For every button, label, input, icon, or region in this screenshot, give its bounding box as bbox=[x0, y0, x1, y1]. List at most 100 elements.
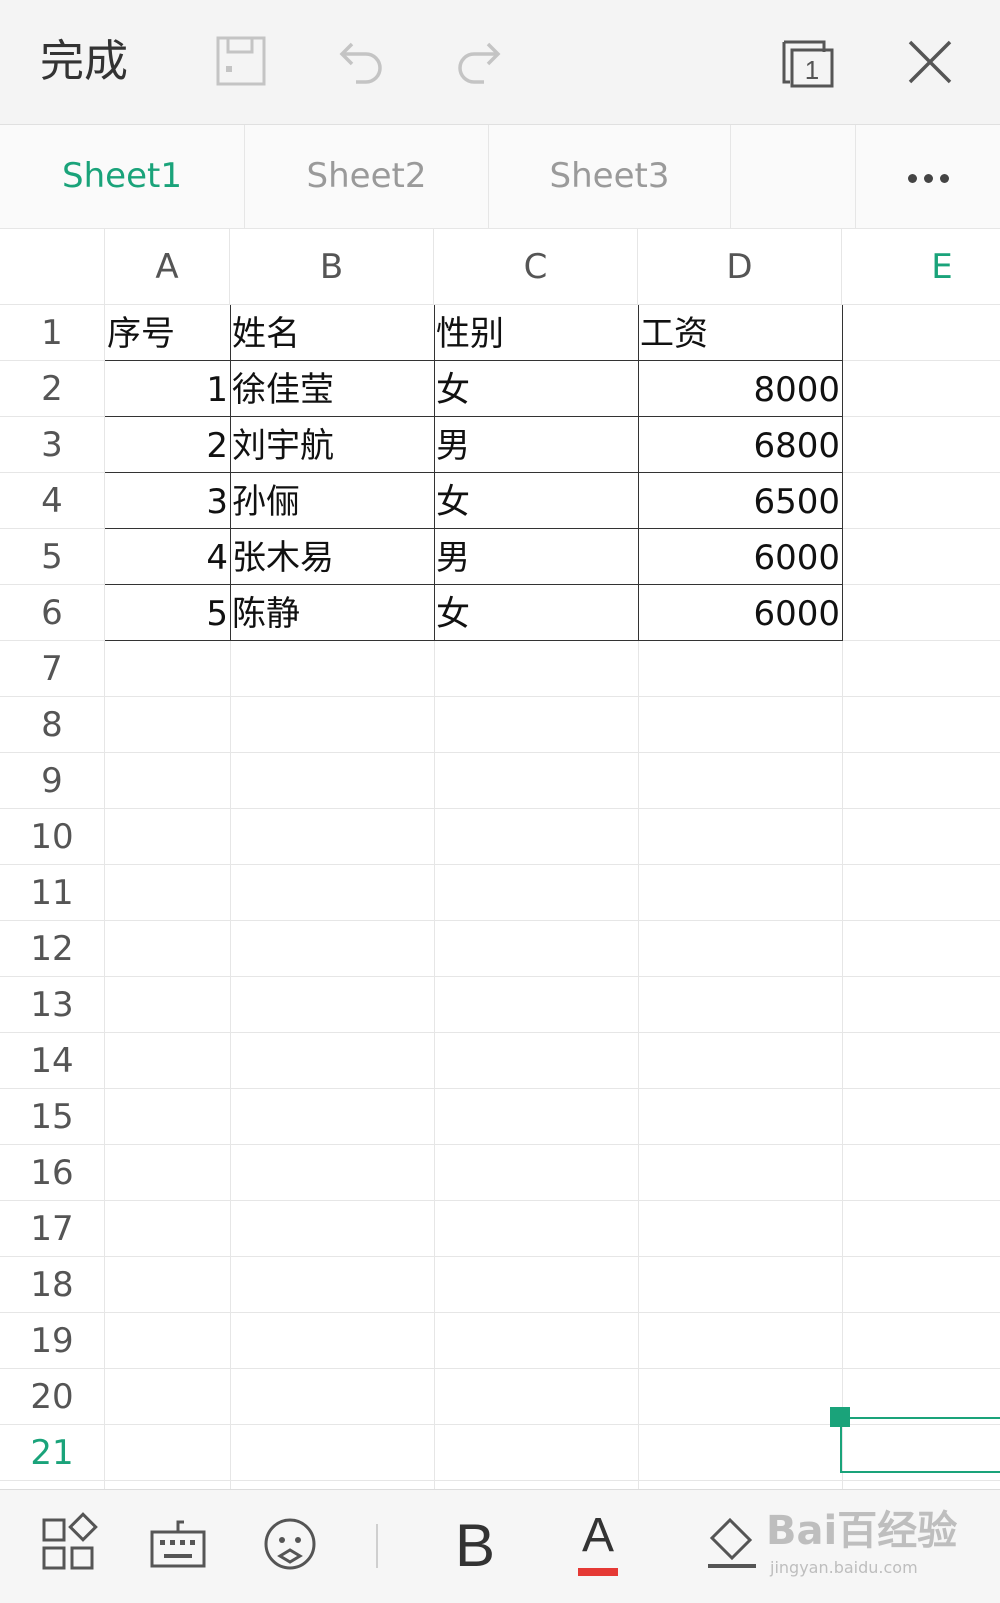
column-header-a[interactable]: A bbox=[105, 229, 230, 305]
font-color-bar bbox=[578, 1568, 618, 1576]
row-header[interactable]: 6 bbox=[0, 585, 105, 641]
cell-c1[interactable]: 性别 bbox=[434, 305, 638, 361]
cell-a2[interactable]: 1 bbox=[105, 361, 230, 417]
cell-d3[interactable]: 6800 bbox=[638, 417, 842, 473]
table-border bbox=[105, 472, 843, 473]
cell-c3[interactable]: 男 bbox=[434, 417, 638, 473]
row-header[interactable]: 2 bbox=[0, 361, 105, 417]
table-border bbox=[105, 640, 843, 641]
cell-d6[interactable]: 6000 bbox=[638, 585, 842, 641]
top-toolbar: 完成 1 bbox=[0, 0, 1000, 125]
table-border bbox=[105, 360, 843, 361]
more-horizontal-icon[interactable] bbox=[856, 125, 1000, 228]
sheet-tab-bar: Sheet1 Sheet2 Sheet3 bbox=[0, 125, 1000, 229]
toolbar-divider bbox=[376, 1524, 378, 1568]
redo-icon[interactable] bbox=[450, 32, 510, 92]
cell-c2[interactable]: 女 bbox=[434, 361, 638, 417]
column-header-d[interactable]: D bbox=[638, 229, 842, 305]
cell-b6[interactable]: 陈静 bbox=[230, 585, 434, 641]
grid-line bbox=[105, 1312, 1000, 1313]
cell-c6[interactable]: 女 bbox=[434, 585, 638, 641]
font-color-button[interactable]: A bbox=[570, 1506, 626, 1590]
row-header[interactable]: 11 bbox=[0, 865, 105, 921]
cell-d5[interactable]: 6000 bbox=[638, 529, 842, 585]
font-color-letter: A bbox=[581, 1509, 614, 1562]
cell-a4[interactable]: 3 bbox=[105, 473, 230, 529]
grid-line bbox=[105, 864, 1000, 865]
fill-color-icon[interactable] bbox=[700, 1512, 764, 1576]
table-border bbox=[230, 305, 231, 641]
row-header-selected[interactable]: 21 bbox=[0, 1425, 105, 1481]
keyboard-icon[interactable] bbox=[146, 1512, 210, 1576]
row-header[interactable]: 19 bbox=[0, 1313, 105, 1369]
cell-b4[interactable]: 孙俪 bbox=[230, 473, 434, 529]
cell-b3[interactable]: 刘宇航 bbox=[230, 417, 434, 473]
cell-c5[interactable]: 男 bbox=[434, 529, 638, 585]
column-header-c[interactable]: C bbox=[434, 229, 638, 305]
save-icon[interactable] bbox=[212, 32, 272, 92]
row-header[interactable]: 17 bbox=[0, 1201, 105, 1257]
emoji-icon[interactable] bbox=[258, 1512, 322, 1576]
cell-c4[interactable]: 女 bbox=[434, 473, 638, 529]
table-border bbox=[434, 305, 435, 641]
cell-d1[interactable]: 工资 bbox=[638, 305, 842, 361]
grid-line bbox=[105, 808, 1000, 809]
row-header[interactable]: 13 bbox=[0, 977, 105, 1033]
row-header[interactable]: 16 bbox=[0, 1145, 105, 1201]
cell-a5[interactable]: 4 bbox=[105, 529, 230, 585]
row-header[interactable]: 20 bbox=[0, 1369, 105, 1425]
grid-line bbox=[105, 920, 1000, 921]
grid-line bbox=[105, 1088, 1000, 1089]
undo-icon[interactable] bbox=[330, 32, 390, 92]
window-count: 1 bbox=[805, 55, 819, 85]
grid-line bbox=[105, 696, 1000, 697]
tab-empty-slot bbox=[731, 125, 856, 228]
grid-line bbox=[105, 1256, 1000, 1257]
grid-line bbox=[105, 1144, 1000, 1145]
grid-line bbox=[105, 1480, 1000, 1481]
cell-a3[interactable]: 2 bbox=[105, 417, 230, 473]
row-header[interactable]: 10 bbox=[0, 809, 105, 865]
row-header[interactable]: 14 bbox=[0, 1033, 105, 1089]
cell-b1[interactable]: 姓名 bbox=[230, 305, 434, 361]
table-border bbox=[105, 584, 843, 585]
row-header[interactable]: 7 bbox=[0, 641, 105, 697]
row-header[interactable]: 8 bbox=[0, 697, 105, 753]
row-header[interactable] bbox=[0, 1481, 105, 1489]
row-header[interactable]: 18 bbox=[0, 1257, 105, 1313]
row-header[interactable]: 12 bbox=[0, 921, 105, 977]
selection-drag-handle[interactable] bbox=[830, 1407, 850, 1427]
cell-a1[interactable]: 序号 bbox=[105, 305, 230, 361]
close-icon[interactable] bbox=[900, 32, 960, 92]
grid-line bbox=[105, 1368, 1000, 1369]
bold-button[interactable]: B bbox=[440, 1506, 510, 1586]
cell-d2[interactable]: 8000 bbox=[638, 361, 842, 417]
table-border bbox=[842, 305, 843, 641]
row-header[interactable]: 9 bbox=[0, 753, 105, 809]
table-border bbox=[105, 528, 843, 529]
row-header[interactable]: 4 bbox=[0, 473, 105, 529]
tab-sheet3[interactable]: Sheet3 bbox=[489, 125, 731, 228]
cell-b2[interactable]: 徐佳莹 bbox=[230, 361, 434, 417]
done-button[interactable]: 完成 bbox=[40, 30, 128, 94]
cell-a6[interactable]: 5 bbox=[105, 585, 230, 641]
grid-line bbox=[105, 752, 1000, 753]
tab-sheet1[interactable]: Sheet1 bbox=[0, 125, 245, 228]
window-switch-icon[interactable]: 1 bbox=[778, 32, 838, 92]
cell-d4[interactable]: 6500 bbox=[638, 473, 842, 529]
grid-line bbox=[105, 976, 1000, 977]
tools-grid-icon[interactable] bbox=[36, 1512, 100, 1576]
column-header-b[interactable]: B bbox=[230, 229, 434, 305]
selected-cell-e21[interactable] bbox=[840, 1417, 1000, 1473]
row-header[interactable]: 3 bbox=[0, 417, 105, 473]
grid-line bbox=[105, 1032, 1000, 1033]
column-header-e[interactable]: E bbox=[842, 229, 1000, 305]
tab-sheet2[interactable]: Sheet2 bbox=[245, 125, 489, 228]
row-header[interactable]: 15 bbox=[0, 1089, 105, 1145]
cell-b5[interactable]: 张木易 bbox=[230, 529, 434, 585]
spreadsheet-grid[interactable]: A B C D E 1 2 3 4 5 6 7 8 9 10 11 12 13 … bbox=[0, 229, 1000, 1489]
row-header[interactable]: 1 bbox=[0, 305, 105, 361]
row-header[interactable]: 5 bbox=[0, 529, 105, 585]
table-border bbox=[105, 416, 843, 417]
select-all-corner[interactable] bbox=[0, 229, 105, 305]
